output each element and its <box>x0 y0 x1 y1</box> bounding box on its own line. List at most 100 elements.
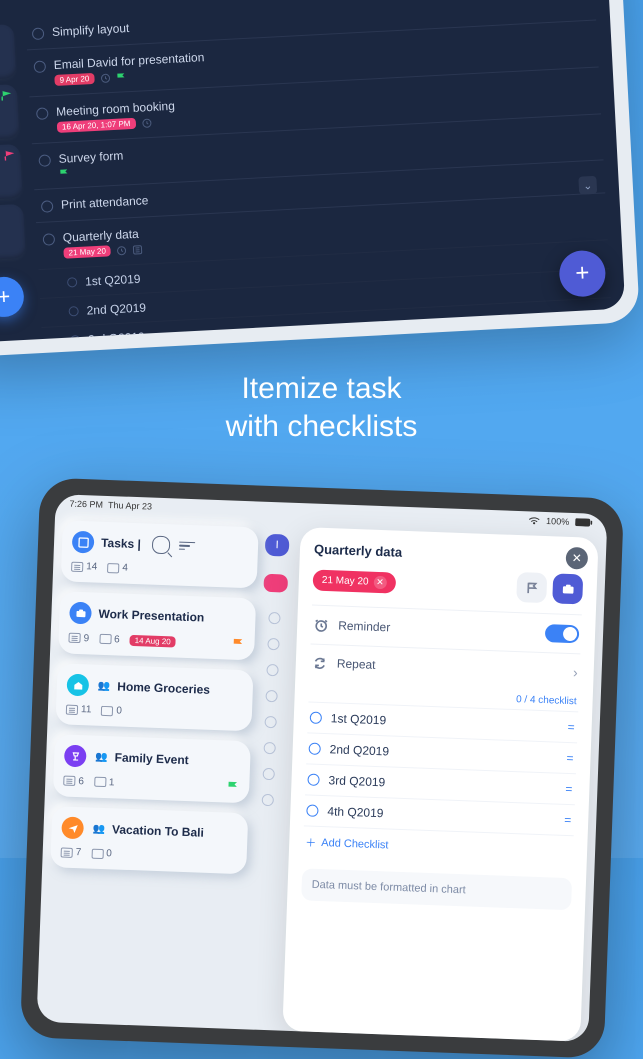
checkbox-icon <box>265 690 277 702</box>
checkbox-icon[interactable] <box>306 804 318 816</box>
checkbox-icon <box>267 638 279 650</box>
subtask-title: 3rd Q2019 <box>88 330 145 343</box>
marketing-headline: Itemize task with checklists <box>0 370 643 445</box>
task-count: 9 <box>83 633 89 644</box>
list-button[interactable] <box>552 573 583 604</box>
checkbox-icon <box>263 742 275 754</box>
checklist-text: 4th Q2019 <box>327 804 384 820</box>
flag-icon <box>227 781 239 793</box>
filter-icon[interactable] <box>178 542 194 550</box>
sidebar-tile[interactable] <box>0 24 16 81</box>
battery-icon <box>575 518 593 527</box>
list-title: Tasks | <box>100 536 140 551</box>
notes-text: Data must be formatted in chart <box>311 879 465 897</box>
checkbox-icon[interactable] <box>308 743 320 755</box>
subtask-title: 1st Q2019 <box>85 272 141 289</box>
sidebar-tile[interactable] <box>0 84 20 141</box>
drag-handle-icon[interactable]: = <box>563 813 572 827</box>
checkbox-icon[interactable] <box>34 60 47 73</box>
count-icon <box>68 633 80 643</box>
clear-date-icon[interactable]: ✕ <box>373 575 386 588</box>
checklist-icon <box>133 244 144 255</box>
count-icon <box>63 776 75 786</box>
checkbox-icon <box>261 794 273 806</box>
plane-icon <box>61 817 84 840</box>
clock-icon <box>100 73 111 84</box>
list-title: Work Presentation <box>98 607 204 625</box>
reminder-toggle[interactable] <box>544 624 579 643</box>
headline-line: Itemize task <box>0 370 643 408</box>
checkbox-icon <box>262 768 274 780</box>
checkbox-icon[interactable] <box>38 154 51 167</box>
list-icon <box>71 531 94 554</box>
checklist-text: 1st Q2019 <box>330 711 386 727</box>
date-chip: 21 May 20 <box>63 245 111 258</box>
checkbox-icon[interactable] <box>41 200 54 213</box>
status-time: 7:26 PM <box>69 499 103 510</box>
top-tablet: + Simplify layout Email David for presen… <box>0 0 640 358</box>
note-icon <box>98 634 110 644</box>
add-list-fab[interactable]: + <box>0 276 25 318</box>
mini-pill: I <box>264 534 289 557</box>
count-icon <box>65 704 77 714</box>
list-card[interactable]: 👥Family Event 6 1 <box>52 734 250 803</box>
checkbox-icon[interactable] <box>67 277 78 288</box>
flag-icon <box>116 72 127 83</box>
task-list-dark: Simplify layout Email David for presenta… <box>23 0 626 339</box>
task-count: 11 <box>80 704 91 715</box>
date-chip: 14 Aug 20 <box>129 634 175 647</box>
search-icon[interactable] <box>151 536 170 555</box>
close-button[interactable]: ✕ <box>565 547 588 570</box>
list-card[interactable]: 👥Home Groceries 11 0 <box>55 663 253 731</box>
top-screen: + Simplify layout Email David for presen… <box>0 0 625 343</box>
note-count: 4 <box>122 563 128 574</box>
note-icon <box>93 777 105 787</box>
list-card-tasks[interactable]: Tasks | 14 4 <box>60 520 258 588</box>
checkbox-icon[interactable] <box>309 712 321 724</box>
sidebar-tile[interactable] <box>0 204 26 261</box>
subtask-title: 2nd Q2019 <box>86 301 146 318</box>
repeat-icon <box>311 655 328 671</box>
people-icon: 👥 <box>97 680 110 691</box>
due-date-chip[interactable]: 21 May 20 ✕ <box>312 569 395 593</box>
drag-handle-icon[interactable]: = <box>565 782 574 796</box>
bottom-tablet: 7:26 PM Thu Apr 23 100% Tasks | <box>19 477 623 1058</box>
add-checklist-label: Add Checklist <box>321 837 389 851</box>
task-count: 7 <box>75 847 81 858</box>
drag-handle-icon[interactable]: = <box>566 751 575 765</box>
drag-handle-icon[interactable]: = <box>567 720 576 734</box>
list-card[interactable]: Work Presentation 9 6 14 Aug 20 <box>58 591 256 660</box>
note-icon <box>91 848 103 858</box>
checkbox-icon[interactable] <box>43 233 56 246</box>
bottom-screen: 7:26 PM Thu Apr 23 100% Tasks | <box>36 494 607 1042</box>
briefcase-icon <box>69 602 92 625</box>
sidebar-tile[interactable] <box>0 144 23 201</box>
reminder-label: Reminder <box>337 619 390 635</box>
mini-pill <box>263 574 288 593</box>
list-card[interactable]: 👥Vacation To Bali 7 0 <box>50 806 248 874</box>
checkbox-icon[interactable] <box>36 107 49 120</box>
checkbox-icon[interactable] <box>32 27 45 40</box>
checkbox-icon[interactable] <box>307 773 319 785</box>
flag-icon <box>59 168 70 179</box>
people-icon: 👥 <box>95 751 108 762</box>
checkbox-icon <box>266 664 278 676</box>
note-count: 0 <box>116 705 122 716</box>
checkbox-icon[interactable] <box>68 306 79 317</box>
plus-icon: ＋ <box>304 834 316 850</box>
collapse-button[interactable]: ⌄ <box>578 176 597 195</box>
list-title: Vacation To Bali <box>111 822 203 839</box>
people-icon: 👥 <box>92 823 105 834</box>
task-count: 14 <box>86 561 98 572</box>
note-count: 6 <box>113 634 119 645</box>
checkbox-icon[interactable] <box>70 335 81 343</box>
date-chip: 9 Apr 20 <box>54 73 94 86</box>
notes-field[interactable]: Data must be formatted in chart <box>301 868 572 910</box>
flag-button[interactable] <box>516 572 547 603</box>
battery-pct: 100% <box>545 516 568 527</box>
repeat-label: Repeat <box>336 656 375 671</box>
clock-icon <box>141 117 152 128</box>
note-icon <box>101 705 113 715</box>
flag-icon <box>232 638 244 650</box>
count-icon <box>60 847 72 857</box>
